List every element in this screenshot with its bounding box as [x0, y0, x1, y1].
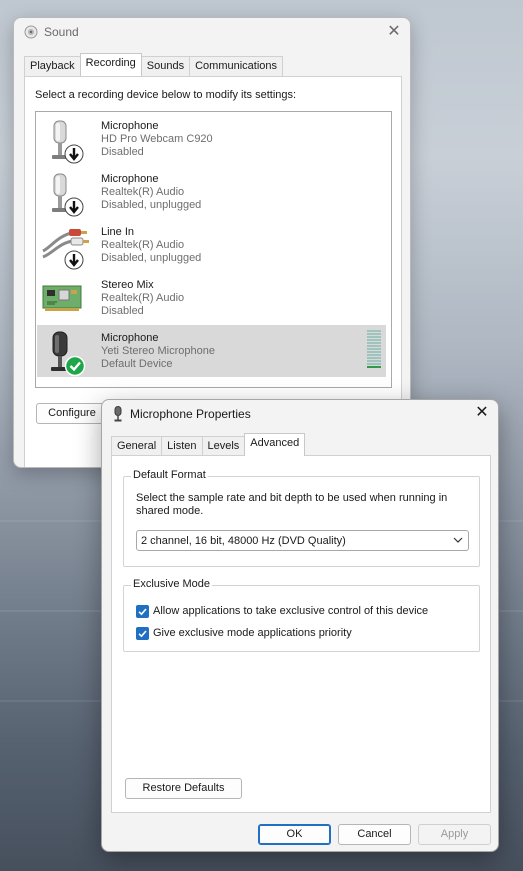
- device-subtitle: HD Pro Webcam C920: [101, 133, 213, 145]
- level-meter-segment: [367, 360, 381, 362]
- line-in-cable-icon: [42, 229, 89, 270]
- exclusive-mode-legend: Exclusive Mode: [131, 578, 213, 590]
- device-name: Line In: [101, 226, 135, 238]
- tab-general[interactable]: General: [111, 436, 163, 456]
- apply-button[interactable]: Apply: [418, 824, 491, 845]
- list-item[interactable]: Line In Realtek(R) Audio Disabled, unplu…: [37, 219, 386, 271]
- microphone-icon: [114, 406, 122, 422]
- tab-listen[interactable]: Listen: [161, 436, 203, 456]
- mic-titlebar[interactable]: Microphone Properties ✕: [102, 400, 498, 430]
- exclusive-priority-checkbox[interactable]: [136, 627, 149, 640]
- sound-window-title: Sound: [44, 25, 79, 39]
- default-format-group: Default Format Select the sample rate an…: [123, 469, 480, 567]
- device-status: Disabled: [101, 305, 144, 317]
- ok-button[interactable]: OK: [258, 824, 331, 845]
- microphone-disabled-icon: [52, 120, 84, 164]
- level-meter-segment: [367, 354, 381, 356]
- tab-advanced[interactable]: Advanced: [244, 433, 306, 456]
- device-subtitle: Realtek(R) Audio: [101, 186, 185, 198]
- stereo-mix-card-icon: [42, 285, 82, 311]
- tab-playback[interactable]: Playback: [24, 56, 81, 76]
- configure-button[interactable]: Configure: [36, 403, 108, 424]
- level-meter-segment: [367, 363, 381, 365]
- exclusive-mode-group: Exclusive Mode Allow applications to tak…: [123, 578, 480, 652]
- level-meter-segment: [367, 345, 381, 347]
- microphone-disabled-icon: [52, 173, 84, 217]
- device-status: Disabled, unplugged: [101, 199, 202, 211]
- device-name: Stereo Mix: [101, 279, 154, 291]
- checkmark-icon: [138, 630, 147, 638]
- level-meter-segment: [367, 348, 381, 350]
- level-meter: [367, 330, 381, 370]
- device-subtitle: Realtek(R) Audio: [101, 292, 185, 304]
- allow-exclusive-label: Allow applications to take exclusive con…: [153, 605, 429, 617]
- level-meter-segment: [367, 339, 381, 341]
- restore-defaults-button[interactable]: Restore Defaults: [125, 778, 242, 799]
- advanced-panel: Default Format Select the sample rate an…: [111, 455, 491, 813]
- format-dropdown-value: 2 channel, 16 bit, 48000 Hz (DVD Quality…: [141, 535, 346, 547]
- checkmark-icon: [138, 608, 147, 616]
- speaker-icon: [24, 25, 38, 39]
- sound-close-button[interactable]: ✕: [384, 23, 404, 43]
- recording-instruction: Select a recording device below to modif…: [35, 89, 297, 101]
- microphone-properties-dialog: Microphone Properties ✕ General Listen L…: [101, 399, 499, 852]
- level-meter-segment: [367, 330, 381, 332]
- sound-tabs: Playback Recording Sounds Communications: [24, 53, 284, 76]
- level-meter-segment: [367, 333, 381, 335]
- tab-communications[interactable]: Communications: [189, 56, 284, 76]
- tab-levels[interactable]: Levels: [201, 436, 246, 456]
- mic-close-button[interactable]: ✕: [472, 404, 492, 424]
- microphone-default-icon: [51, 331, 86, 377]
- allow-exclusive-checkbox[interactable]: [136, 605, 149, 618]
- default-format-description: Select the sample rate and bit depth to …: [136, 492, 448, 517]
- level-meter-segment: [367, 366, 381, 368]
- list-item[interactable]: Microphone Realtek(R) Audio Disabled, un…: [37, 166, 386, 218]
- format-dropdown[interactable]: 2 channel, 16 bit, 48000 Hz (DVD Quality…: [136, 530, 469, 551]
- device-subtitle: Yeti Stereo Microphone: [101, 345, 215, 357]
- exclusive-priority-label: Give exclusive mode applications priorit…: [153, 627, 352, 639]
- close-icon: ✕: [475, 404, 489, 421]
- level-meter-segment: [367, 357, 381, 359]
- device-name: Microphone: [101, 332, 159, 344]
- device-name: Microphone: [101, 173, 159, 185]
- device-name: Microphone: [101, 120, 159, 132]
- level-meter-segment: [367, 336, 381, 338]
- tab-recording[interactable]: Recording: [79, 53, 142, 76]
- tab-sounds[interactable]: Sounds: [140, 56, 191, 76]
- list-item[interactable]: Microphone HD Pro Webcam C920 Disabled: [37, 113, 386, 165]
- device-subtitle: Realtek(R) Audio: [101, 239, 185, 251]
- device-status: Default Device: [101, 358, 173, 370]
- list-item[interactable]: Stereo Mix Realtek(R) Audio Disabled: [37, 272, 386, 324]
- recording-device-list[interactable]: Microphone HD Pro Webcam C920 Disabled M…: [35, 111, 392, 388]
- list-item-selected[interactable]: Microphone Yeti Stereo Microphone Defaul…: [37, 325, 386, 377]
- level-meter-segment: [367, 351, 381, 353]
- sound-titlebar[interactable]: Sound ✕: [14, 18, 410, 48]
- close-icon: ✕: [387, 23, 401, 40]
- device-status: Disabled: [101, 146, 144, 158]
- chevron-down-icon: [453, 537, 463, 543]
- device-status: Disabled, unplugged: [101, 252, 202, 264]
- level-meter-segment: [367, 342, 381, 344]
- cancel-button[interactable]: Cancel: [338, 824, 411, 845]
- default-format-legend: Default Format: [131, 469, 208, 481]
- mic-dialog-title: Microphone Properties: [130, 407, 251, 421]
- mic-tabs: General Listen Levels Advanced: [111, 433, 306, 456]
